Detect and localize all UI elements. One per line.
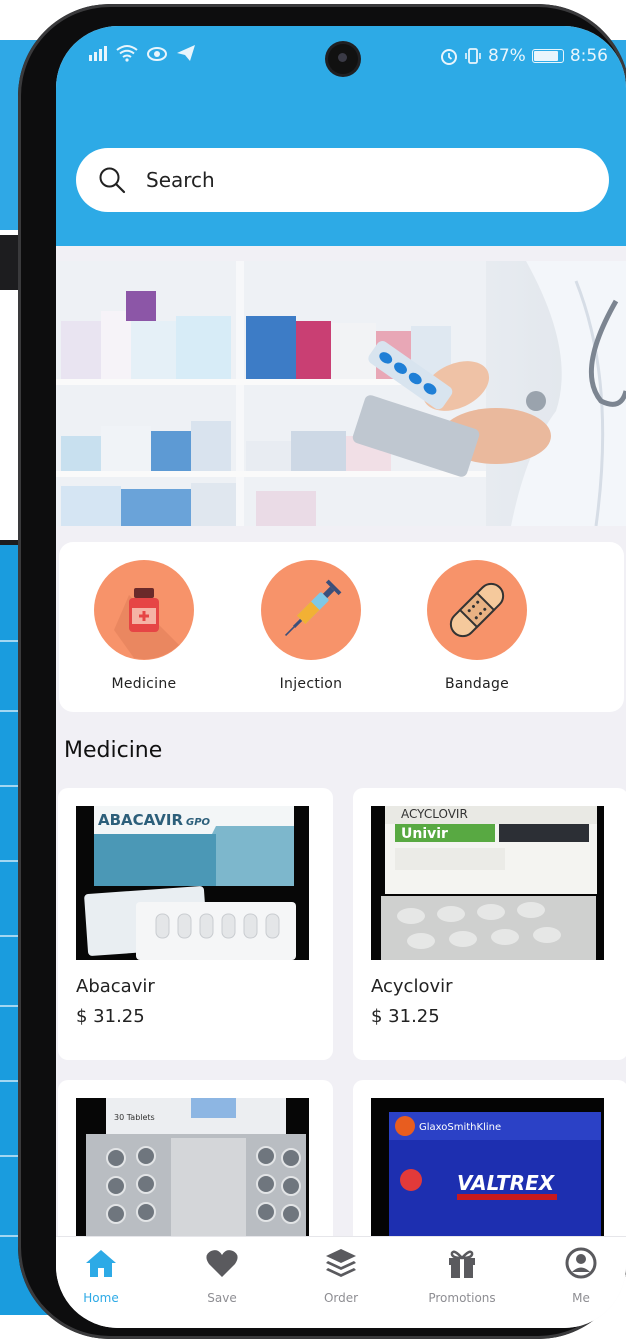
product-card-valtrex[interactable]: GlaxoSmithKline VALTREX	[353, 1080, 626, 1260]
nav-label: Home	[83, 1291, 119, 1305]
svg-text:ABACAVIR: ABACAVIR	[98, 811, 183, 829]
app-screen: 87% 8:56 Search Medicine Injection Banda…	[56, 26, 626, 1328]
product-card-abacavir[interactable]: ABACAVIR GPO Abacavir $ 31.25	[58, 788, 333, 1060]
bandage-icon	[449, 582, 505, 638]
pharmacy-illustration	[56, 261, 626, 526]
product-name: Abacavir	[76, 976, 155, 997]
svg-text:ACYCLOVIR: ACYCLOVIR	[401, 807, 468, 821]
nav-label: Save	[207, 1291, 237, 1305]
product-image: ABACAVIR GPO	[76, 806, 309, 960]
category-panel: Medicine Injection Bandage	[59, 542, 624, 712]
category-medicine[interactable]: Medicine	[89, 560, 199, 692]
nav-me[interactable]: Me	[526, 1247, 626, 1305]
search-bar[interactable]: Search	[76, 148, 609, 212]
front-camera	[328, 44, 358, 74]
product-image: GlaxoSmithKline VALTREX	[371, 1098, 604, 1252]
category-label: Medicine	[111, 676, 177, 692]
nav-label: Me	[572, 1291, 590, 1305]
alarm-icon	[441, 49, 458, 65]
eye-icon	[147, 47, 167, 61]
product-price: $ 31.25	[371, 1006, 440, 1027]
status-bar: 87% 8:56	[56, 44, 626, 74]
vibrate-icon	[465, 48, 481, 64]
product-price: $ 31.25	[76, 1006, 145, 1027]
category-bandage[interactable]: Bandage	[422, 560, 532, 692]
app-header: 87% 8:56 Search	[56, 26, 626, 246]
nav-promotions[interactable]: Promotions	[407, 1247, 517, 1305]
gift-icon	[449, 1250, 475, 1278]
signal-icon	[89, 46, 107, 61]
category-injection[interactable]: Injection	[256, 560, 366, 692]
nav-order[interactable]: Order	[286, 1247, 396, 1305]
promo-banner-image[interactable]	[56, 261, 626, 526]
nav-label: Order	[323, 1291, 359, 1305]
category-label: Injection	[279, 676, 343, 692]
product-image: 30 Tablets	[76, 1098, 309, 1252]
nav-home[interactable]: Home	[56, 1247, 156, 1305]
medicine-bottle-icon	[114, 588, 179, 660]
product-image: ACYCLOVIR Univir	[371, 806, 604, 960]
svg-text:GlaxoSmithKline: GlaxoSmithKline	[419, 1122, 501, 1133]
nav-label: Promotions	[428, 1291, 496, 1305]
svg-text:Univir: Univir	[401, 826, 448, 842]
nav-save[interactable]: Save	[167, 1247, 277, 1305]
telegram-icon	[177, 45, 195, 61]
home-icon	[86, 1250, 116, 1277]
product-card-acyclovir[interactable]: ACYCLOVIR Univir Acyclovir $ 31.25	[353, 788, 626, 1060]
svg-text:30 Tablets: 30 Tablets	[114, 1113, 155, 1122]
layers-icon	[326, 1249, 356, 1277]
section-title: Medicine	[64, 738, 163, 763]
svg-text:VALTREX: VALTREX	[457, 1171, 556, 1195]
category-label: Bandage	[444, 676, 510, 692]
status-time: 8:56	[569, 46, 608, 66]
battery-percent: 87%	[488, 46, 526, 66]
battery-icon	[531, 49, 564, 63]
product-card-3[interactable]: 30 Tablets	[58, 1080, 333, 1260]
wifi-icon	[116, 45, 138, 62]
product-name: Acyclovir	[371, 976, 453, 997]
syringe-icon	[284, 579, 342, 637]
search-input[interactable]: Search	[146, 168, 215, 192]
svg-text:GPO: GPO	[186, 817, 211, 828]
user-icon	[565, 1247, 597, 1279]
phone-frame: 87% 8:56 Search Medicine Injection Banda…	[18, 4, 626, 1339]
bottom-navigation: Home Save Order Promotions Me	[56, 1236, 626, 1328]
heart-icon	[206, 1250, 238, 1277]
search-icon	[99, 167, 126, 194]
